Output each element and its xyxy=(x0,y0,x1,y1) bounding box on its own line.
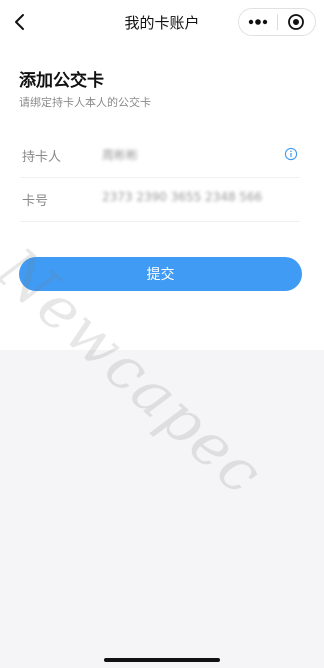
cardholder-label: 持卡人 xyxy=(22,150,62,165)
card-number-row[interactable]: 卡号 2373 2390 3655 2348 566 xyxy=(20,178,300,222)
more-icon xyxy=(248,19,267,25)
top-nav-bar: 我的卡账户 xyxy=(0,0,324,44)
cardholder-row[interactable]: 持卡人 周彬彬 xyxy=(20,134,300,178)
mini-program-capsule xyxy=(238,8,316,36)
info-icon[interactable] xyxy=(284,147,298,161)
submit-button[interactable]: 提交 xyxy=(19,257,302,291)
home-indicator xyxy=(104,658,220,662)
form-title: 添加公交卡 xyxy=(19,71,104,91)
target-icon xyxy=(288,14,305,30)
card-number-label: 卡号 xyxy=(22,194,49,209)
close-mini-program-button[interactable] xyxy=(278,9,316,35)
add-card-panel: 添加公交卡 请绑定持卡人本人的公交卡 持卡人 周彬彬 卡号 2373 2390 … xyxy=(0,44,324,350)
form-subtitle: 请绑定持卡人本人的公交卡 xyxy=(19,96,151,109)
card-number-value[interactable]: 2373 2390 3655 2348 566 xyxy=(102,190,262,204)
cardholder-value[interactable]: 周彬彬 xyxy=(102,146,138,163)
more-button[interactable] xyxy=(239,9,277,35)
